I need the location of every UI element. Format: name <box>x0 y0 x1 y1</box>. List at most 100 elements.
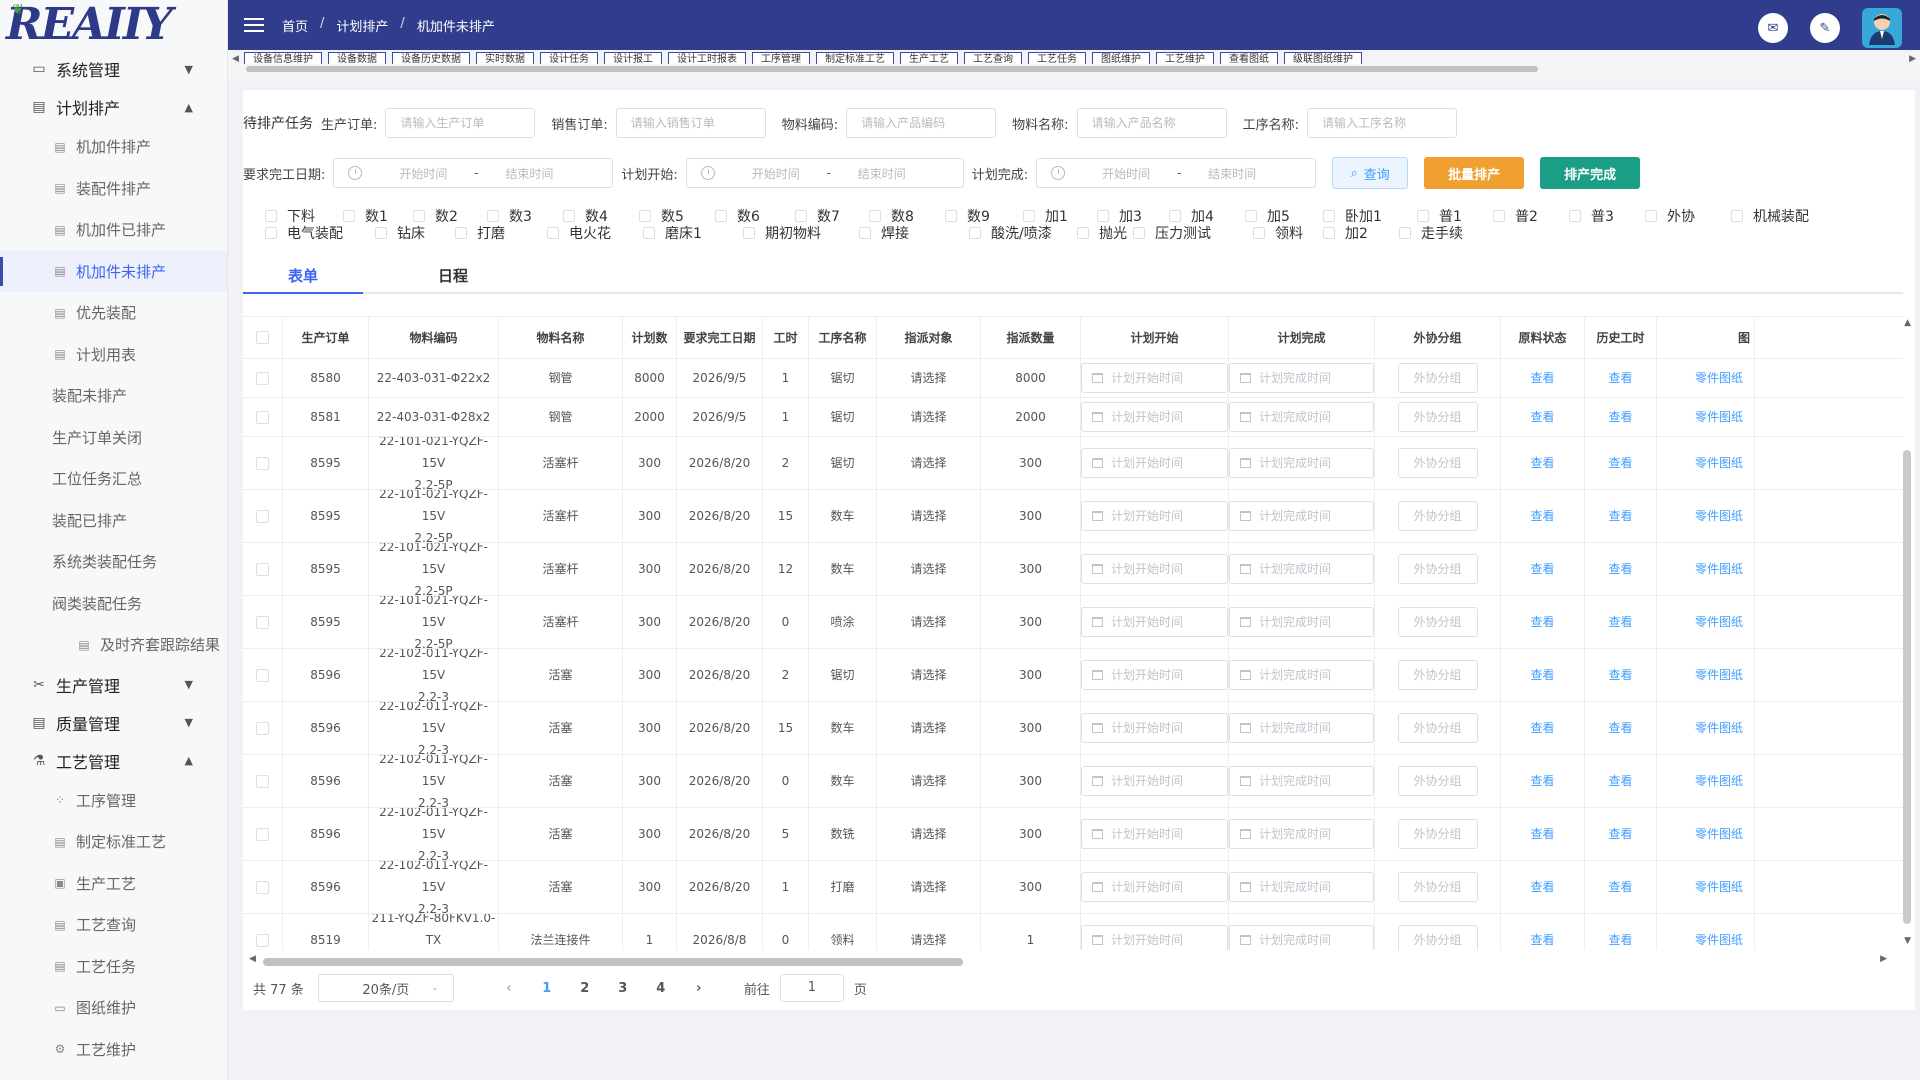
sidebar-subitem-0[interactable]: ▤ 机加件排产 <box>0 126 227 168</box>
plan-start-input[interactable]: 计划开始时间 <box>1081 402 1228 432</box>
tab-scroll-left-icon[interactable]: ◀ <box>232 54 239 64</box>
tab-table[interactable]: 表单 <box>243 258 363 294</box>
sidebar-subitem-6[interactable]: 装配未排产 <box>0 375 227 417</box>
avatar[interactable] <box>1862 8 1902 48</box>
process-checkbox[interactable]: 外协 <box>1645 206 1695 226</box>
history-hours-link[interactable]: 查看 <box>1585 808 1657 860</box>
sidebar-subitem-1[interactable]: ▤ 装配件排产 <box>0 168 227 210</box>
process-checkbox[interactable]: 焊接 <box>859 223 909 243</box>
sidebar-section-2[interactable]: ⚗ 工艺管理 ▲ <box>0 742 227 780</box>
process-checkbox[interactable]: 钻床 <box>375 223 425 243</box>
drawing-link[interactable]: 零件图纸 <box>1657 490 1755 542</box>
tab-item[interactable]: 图纸维护 <box>1092 52 1150 64</box>
cell-assign[interactable]: 请选择 <box>877 437 981 489</box>
process-checkbox[interactable]: 走手续 <box>1399 223 1463 243</box>
history-hours-link[interactable]: 查看 <box>1585 437 1657 489</box>
sidebar-subitem-7[interactable]: 生产订单关闭 <box>0 417 227 459</box>
sidebar-subitem-5[interactable]: ▤ 计划用表 <box>0 334 227 376</box>
plan-start-input[interactable]: 计划开始时间 <box>1081 607 1228 637</box>
sidebar-subitem-4[interactable]: ▤ 优先装配 <box>0 292 227 334</box>
tab-item[interactable]: 工艺查询 <box>964 52 1022 64</box>
outsource-select[interactable]: 外协分组 <box>1397 925 1478 950</box>
plan-end-input[interactable]: 计划完成时间 <box>1229 501 1374 531</box>
drawing-link[interactable]: 零件图纸 <box>1657 649 1755 701</box>
process-checkbox[interactable]: 普3 <box>1569 206 1614 226</box>
cell-assign[interactable]: 请选择 <box>877 755 981 807</box>
plan-start-input[interactable]: 计划开始时间 <box>1081 766 1228 796</box>
history-hours-link[interactable]: 查看 <box>1585 490 1657 542</box>
sidebar-item-0[interactable]: ▭ 系统管理 ▼ <box>0 50 227 88</box>
material-status-link[interactable]: 查看 <box>1501 808 1585 860</box>
plan-start-input[interactable]: 计划开始时间 <box>1081 448 1228 478</box>
table-vertical-scrollbar[interactable] <box>1903 450 1911 924</box>
plan-start-range[interactable]: 开始时间 - 结束时间 <box>685 158 964 188</box>
process-checkbox[interactable]: 抛光 <box>1077 223 1127 243</box>
row-checkbox[interactable] <box>256 371 269 385</box>
drawing-link[interactable]: 零件图纸 <box>1657 808 1755 860</box>
sidebar-subitem-3[interactable]: ▤ 机加件未排产 <box>0 250 227 292</box>
sidebar-section-0[interactable]: ✂ 生产管理 ▼ <box>0 666 227 704</box>
drawing-link[interactable]: 零件图纸 <box>1657 543 1755 595</box>
plan-start-input[interactable]: 计划开始时间 <box>1081 501 1228 531</box>
page-3-button[interactable]: 3 <box>604 981 642 996</box>
plan-start-input[interactable]: 计划开始时间 <box>1081 819 1228 849</box>
cell-assign[interactable]: 请选择 <box>877 861 981 913</box>
tab-calendar[interactable]: 日程 <box>403 258 503 294</box>
tab-item[interactable]: 工序管理 <box>752 52 810 64</box>
row-checkbox[interactable] <box>256 933 269 947</box>
process-name-input[interactable]: 请输入工序名称 <box>1306 108 1457 138</box>
sales-order-input[interactable]: 请输入销售订单 <box>615 108 766 138</box>
tab-item[interactable]: 工艺任务 <box>1028 52 1086 64</box>
next-page-button[interactable]: › <box>680 981 718 996</box>
outsource-select[interactable]: 外协分组 <box>1397 660 1478 690</box>
plan-start-input[interactable]: 计划开始时间 <box>1081 660 1228 690</box>
drawing-link[interactable]: 零件图纸 <box>1657 596 1755 648</box>
tab-item[interactable]: 实时数据 <box>476 52 534 64</box>
process-checkbox[interactable]: 期初物料 <box>743 223 821 243</box>
row-checkbox[interactable] <box>256 562 269 576</box>
breadcrumb-home[interactable]: 首页 <box>282 16 308 35</box>
drawing-link[interactable]: 零件图纸 <box>1657 359 1755 397</box>
row-checkbox[interactable] <box>256 456 269 470</box>
plan-end-input[interactable]: 计划完成时间 <box>1229 819 1374 849</box>
tabs-scrollbar[interactable] <box>246 66 1538 72</box>
plan-start-input[interactable]: 计划开始时间 <box>1081 363 1228 393</box>
plan-end-input[interactable]: 计划完成时间 <box>1229 660 1374 690</box>
scroll-up-icon[interactable]: ▲ <box>1904 318 1911 328</box>
cell-assign[interactable]: 请选择 <box>877 914 981 950</box>
tab-item[interactable]: 设备数据 <box>328 52 386 64</box>
sidebar-section-1[interactable]: ▤ 质量管理 ▼ <box>0 704 227 742</box>
plan-start-input[interactable]: 计划开始时间 <box>1081 925 1228 950</box>
history-hours-link[interactable]: 查看 <box>1585 649 1657 701</box>
outsource-select[interactable]: 外协分组 <box>1397 819 1478 849</box>
plan-end-input[interactable]: 计划完成时间 <box>1229 713 1374 743</box>
tab-item[interactable]: 制定标准工艺 <box>816 52 894 64</box>
process-checkbox[interactable]: 磨床1 <box>643 223 702 243</box>
cell-assign[interactable]: 请选择 <box>877 490 981 542</box>
sidebar-craft-5[interactable]: ▭ 图纸维护 <box>0 987 227 1029</box>
prod-order-input[interactable]: 请输入生产订单 <box>385 108 536 138</box>
material-status-link[interactable]: 查看 <box>1501 398 1585 436</box>
scroll-down-icon[interactable]: ▼ <box>1904 936 1911 946</box>
tab-item[interactable]: 查看图纸 <box>1220 52 1278 64</box>
query-button[interactable]: ⌕ 查询 <box>1332 157 1409 189</box>
breadcrumb-plan[interactable]: 计划排产 <box>336 16 388 35</box>
history-hours-link[interactable]: 查看 <box>1585 861 1657 913</box>
cell-assign[interactable]: 请选择 <box>877 808 981 860</box>
plan-end-input[interactable]: 计划完成时间 <box>1229 925 1374 950</box>
process-checkbox[interactable]: 压力测试 <box>1133 223 1211 243</box>
tab-item[interactable]: 设计任务 <box>540 52 598 64</box>
material-status-link[interactable]: 查看 <box>1501 755 1585 807</box>
process-checkbox[interactable]: 普2 <box>1493 206 1538 226</box>
outsource-select[interactable]: 外协分组 <box>1397 872 1478 902</box>
outsource-select[interactable]: 外协分组 <box>1397 713 1478 743</box>
plan-start-input[interactable]: 计划开始时间 <box>1081 554 1228 584</box>
history-hours-link[interactable]: 查看 <box>1585 914 1657 950</box>
page-1-button[interactable]: 1 <box>528 981 566 996</box>
outsource-select[interactable]: 外协分组 <box>1397 607 1478 637</box>
process-checkbox[interactable]: 机械装配 <box>1731 206 1809 226</box>
process-checkbox[interactable]: 加2 <box>1323 223 1368 243</box>
plan-end-input[interactable]: 计划完成时间 <box>1229 872 1374 902</box>
table-horizontal-scrollbar[interactable] <box>263 958 963 966</box>
sidebar-craft-2[interactable]: ▣ 生产工艺 <box>0 863 227 905</box>
